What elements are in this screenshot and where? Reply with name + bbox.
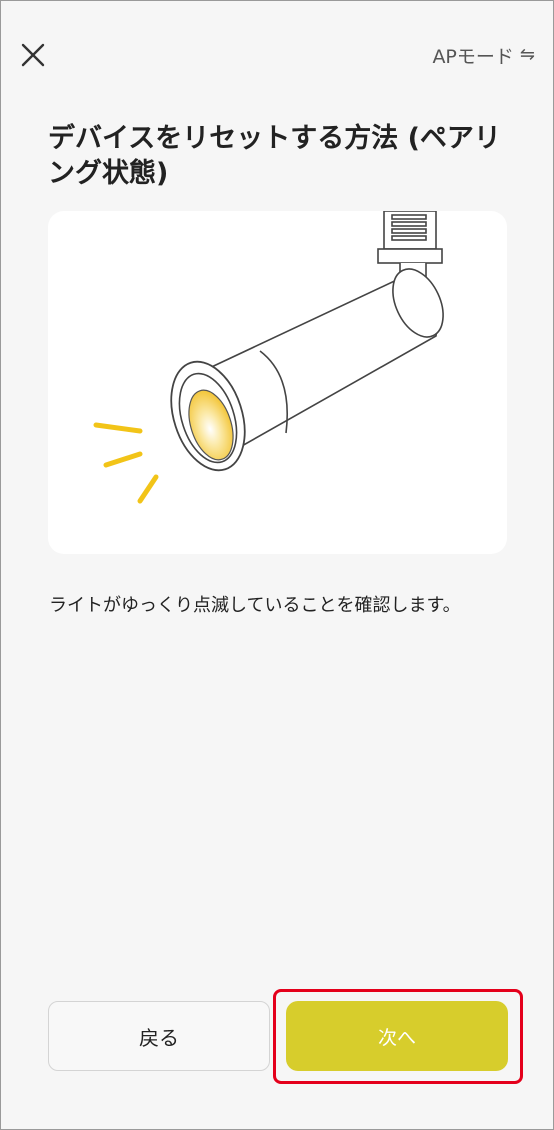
- close-icon: [21, 43, 45, 67]
- instruction-text: ライトがゆっくり点滅していることを確認します。: [49, 595, 461, 616]
- ap-mode-switch[interactable]: APモード ⇋: [432, 43, 535, 68]
- next-button[interactable]: 次へ: [286, 1001, 508, 1071]
- back-button[interactable]: 戻る: [48, 1001, 270, 1071]
- page-title: デバイスをリセットする方法 (ペアリング状態): [48, 123, 501, 189]
- spotlight-illustration: [93, 211, 444, 504]
- swap-icon: ⇋: [519, 44, 535, 65]
- illustration-card: 1 2 3: [48, 211, 507, 554]
- light-rays: [93, 422, 159, 504]
- screen: APモード ⇋ デバイスをリセットする方法 (ペアリング状態) ライトがゆっくり…: [0, 0, 554, 1130]
- ap-mode-label: APモード: [432, 45, 514, 68]
- close-button[interactable]: [17, 39, 49, 71]
